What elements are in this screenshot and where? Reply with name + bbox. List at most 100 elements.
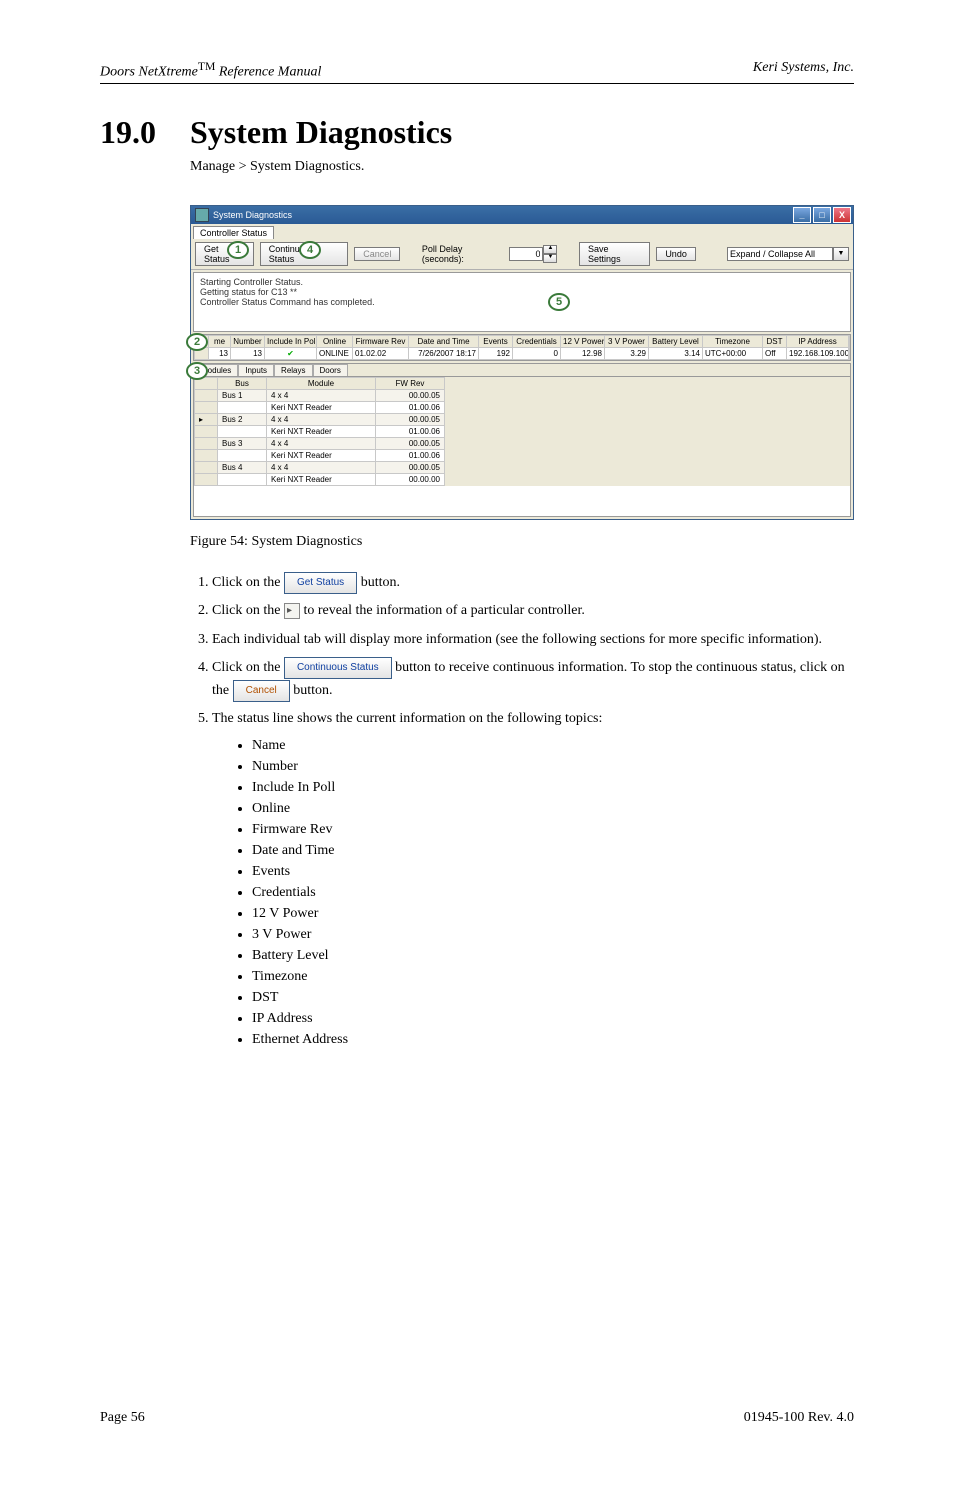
bullet-item: Firmware Rev xyxy=(252,819,854,840)
cell-3v: 3.29 xyxy=(605,347,649,359)
subtab-relays[interactable]: Relays xyxy=(274,364,312,376)
column-header: Events xyxy=(479,335,513,347)
tab-strip: Controller Status xyxy=(191,224,853,239)
cancel-button[interactable]: Cancel xyxy=(354,247,400,261)
poll-delay-spinner[interactable]: ▲ ▼ xyxy=(509,245,557,263)
figure-caption: Figure 54: System Diagnostics xyxy=(190,534,854,550)
bullet-item: Name xyxy=(252,735,854,756)
cell-battery: 3.14 xyxy=(649,347,703,359)
toolbar: 1 4 Get Status Continuous Status Cancel … xyxy=(191,239,853,270)
subtab-inputs[interactable]: Inputs xyxy=(238,364,274,376)
list-item: Click on the Get Status button. xyxy=(212,572,854,595)
expand-collapse-input[interactable] xyxy=(727,247,833,261)
list-item: Click on the to reveal the information o… xyxy=(212,600,854,622)
maximize-icon[interactable]: □ xyxy=(813,207,831,223)
bullet-item: Timezone xyxy=(252,966,854,987)
column-header: Credentials xyxy=(513,335,561,347)
minimize-icon[interactable]: _ xyxy=(793,207,811,223)
cell-mac: 00-14-34-00-00-0C xyxy=(849,347,850,359)
modules-table: Bus Module FW Rev Bus 14 x 400.00.05 Ker… xyxy=(194,377,445,486)
column-header: FW Rev xyxy=(376,377,445,389)
cell-12v: 12.98 xyxy=(561,347,605,359)
row-selector-icon[interactable]: ▸ xyxy=(195,413,218,425)
status-grid: 2 me Number Include In Poll Online xyxy=(193,334,851,361)
titlebar: System Diagnostics _ □ X xyxy=(191,206,853,224)
bullet-item: IP Address xyxy=(252,1008,854,1029)
topic-bullets: Name Number Include In Poll Online Firmw… xyxy=(212,735,854,1050)
table-header-row: Bus Module FW Rev xyxy=(195,377,445,389)
column-header: IP Address xyxy=(787,335,849,347)
status-area: 5 Starting Controller Status. Getting st… xyxy=(193,272,851,332)
table-row: Keri NXT Reader00.00.00 xyxy=(195,473,445,485)
section-title: System Diagnostics xyxy=(190,114,452,151)
column-header: Battery Level xyxy=(649,335,703,347)
subtab-doors[interactable]: Doors xyxy=(313,364,348,376)
status-table: me Number Include In Poll Online Firmwar… xyxy=(194,335,850,360)
inline-continuous-status-button: Continuous Status xyxy=(284,657,392,679)
cell-credentials: 0 xyxy=(513,347,561,359)
sub-tabs: 3 Modules Inputs Relays Doors xyxy=(193,363,851,377)
blank-area xyxy=(194,486,850,516)
status-line: Getting status for C13 ** xyxy=(200,287,844,297)
column-header: Number xyxy=(231,335,265,347)
save-settings-button[interactable]: Save Settings xyxy=(579,242,650,266)
table-row[interactable]: ▸Bus 24 x 400.00.05 xyxy=(195,413,445,425)
bullet-item: Include In Poll xyxy=(252,777,854,798)
callout-2: 2 xyxy=(186,333,208,351)
column-header: Ethernet Address xyxy=(849,335,850,347)
column-header: Date and Time xyxy=(409,335,479,347)
column-header: Include In Poll xyxy=(265,335,317,347)
bullet-item: Ethernet Address xyxy=(252,1029,854,1050)
cell-datetime: 7/26/2007 18:17 xyxy=(409,347,479,359)
column-header: me xyxy=(209,335,231,347)
column-header: Bus xyxy=(218,377,267,389)
bullet-item: Date and Time xyxy=(252,840,854,861)
tab-controller-status[interactable]: Controller Status xyxy=(193,226,274,239)
cell-timezone: UTC+00:00 xyxy=(703,347,763,359)
callout-3: 3 xyxy=(186,362,208,380)
poll-delay-input[interactable] xyxy=(509,247,543,261)
page-header: Doors NetXtremeTM Reference Manual Keri … xyxy=(100,60,854,84)
bullet-item: Online xyxy=(252,798,854,819)
bullet-item: 12 V Power xyxy=(252,903,854,924)
expand-collapse-combo[interactable]: ▼ xyxy=(727,247,849,261)
screenshot-window: System Diagnostics _ □ X Controller Stat… xyxy=(190,205,854,520)
expand-row-icon xyxy=(284,603,300,619)
table-row[interactable]: 13 13 ✔ ONLINE 01.02.02 7/26/2007 18:17 … xyxy=(195,347,850,359)
chevron-down-icon[interactable]: ▼ xyxy=(833,247,849,261)
window-title: System Diagnostics xyxy=(213,210,292,220)
manual-suffix: Reference Manual xyxy=(215,65,321,80)
table-row: Bus 34 x 400.00.05 xyxy=(195,437,445,449)
list-item: The status line shows the current inform… xyxy=(212,708,854,1049)
cell-dst: Off xyxy=(763,347,787,359)
cell-fw: 01.02.02 xyxy=(353,347,409,359)
product-name: Doors NetXtreme xyxy=(100,65,198,80)
cell-ip: 192.168.109.100 xyxy=(787,347,849,359)
callout-1: 1 xyxy=(227,241,249,259)
column-header: Timezone xyxy=(703,335,763,347)
column-header: Firmware Rev xyxy=(353,335,409,347)
inline-cancel-button: Cancel xyxy=(233,680,290,702)
cell-events: 192 xyxy=(479,347,513,359)
status-line: Controller Status Command has completed. xyxy=(200,297,844,307)
table-header-row: me Number Include In Poll Online Firmwar… xyxy=(195,335,850,347)
table-row: Keri NXT Reader01.00.06 xyxy=(195,449,445,461)
column-header: Module xyxy=(267,377,376,389)
cell-number: 13 xyxy=(231,347,265,359)
instruction-list: Click on the Get Status button. Click on… xyxy=(190,572,854,1050)
section-heading: 19.0 System Diagnostics xyxy=(100,114,854,151)
table-row: Bus 44 x 400.00.05 xyxy=(195,461,445,473)
table-row: Keri NXT Reader01.00.06 xyxy=(195,401,445,413)
column-header: 3 V Power xyxy=(605,335,649,347)
breadcrumb: Manage > System Diagnostics. xyxy=(190,159,854,175)
spin-up-icon[interactable]: ▲ xyxy=(543,245,557,254)
spin-down-icon[interactable]: ▼ xyxy=(543,254,557,263)
modules-grid-wrap: Bus Module FW Rev Bus 14 x 400.00.05 Ker… xyxy=(193,377,851,517)
cell-include[interactable]: ✔ xyxy=(265,347,317,359)
close-icon[interactable]: X xyxy=(833,207,851,223)
app-icon xyxy=(195,208,209,222)
cell-online: ONLINE xyxy=(317,347,353,359)
column-header: DST xyxy=(763,335,787,347)
undo-button[interactable]: Undo xyxy=(656,247,696,261)
bullet-item: Credentials xyxy=(252,882,854,903)
